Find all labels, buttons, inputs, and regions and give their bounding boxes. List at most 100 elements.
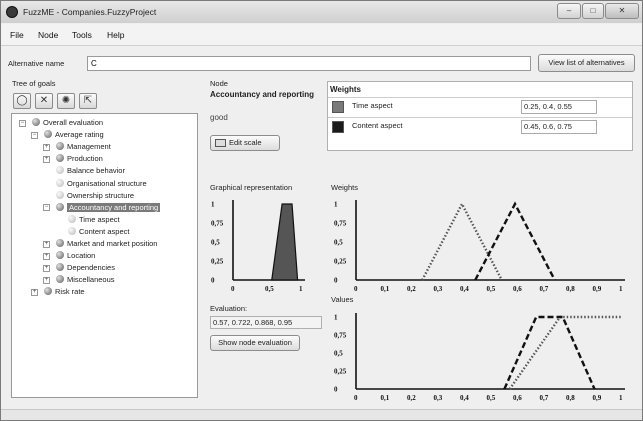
weight-row[interactable]: Content aspect 0.45, 0.6, 0.75 — [328, 117, 632, 136]
node-icon — [44, 130, 52, 139]
delete-node-icon: ✕ — [39, 95, 49, 106]
x-tick-label: 0 — [354, 394, 358, 402]
x-tick-label: 0,4 — [460, 285, 469, 293]
collapse-icon[interactable]: − — [19, 119, 26, 127]
menu-bar: File Node Tools Help — [1, 24, 642, 46]
node-evaluation-chart: 0 0,25 0,5 0,75 1 0 0,5 1 — [211, 200, 305, 293]
leaf-icon — [56, 166, 64, 175]
x-tick-label: 0,9 — [593, 285, 602, 293]
tree-node[interactable]: Ownership structure — [56, 190, 135, 201]
values-chart: 0 0,25 0,5 0,75 1 0 0,1 0,2 0,3 0,4 0,5 0,6 0,7 0,8 0,… — [334, 313, 625, 402]
tree-node[interactable]: Dependencies — [56, 263, 115, 273]
x-tick-label: 0 — [354, 285, 358, 293]
minimize-button[interactable]: – — [557, 3, 581, 19]
tree-node-label: Production — [67, 154, 103, 164]
series-line-0 — [508, 315, 621, 390]
weights-chart: 0 0,25 0,5 0,75 1 0 0,1 0,2 0,3 0,4 0,5 0,6 0,7 0,8 0,… — [334, 200, 625, 293]
expand-icon[interactable]: + — [43, 264, 50, 272]
scale-icon — [215, 139, 226, 147]
tree-node[interactable]: Market and market position — [56, 239, 157, 249]
tree-node[interactable]: Organisational structure — [56, 178, 147, 189]
series-line-1 — [503, 315, 596, 390]
menu-file[interactable]: File — [10, 30, 24, 40]
alternative-name-label: Alternative name — [8, 59, 65, 68]
collapse-icon[interactable]: − — [43, 204, 50, 212]
view-alternatives-button[interactable]: View list of alternatives — [538, 54, 635, 72]
x-tick-label: 1 — [619, 285, 623, 293]
y-tick-label: 0,25 — [334, 258, 347, 266]
collapse-icon[interactable]: − — [31, 131, 38, 139]
membership-area-0 — [271, 203, 299, 281]
weights-chart-label: Weights — [331, 183, 358, 192]
move-node-button[interactable]: ⇱ — [79, 93, 97, 109]
tree-node[interactable]: Management — [56, 142, 111, 152]
tree-node[interactable]: Balance behavior — [56, 166, 125, 176]
series-color-swatch — [332, 121, 344, 133]
menu-node[interactable]: Node — [38, 30, 58, 40]
weights-title: Weights — [330, 85, 361, 94]
move-node-icon: ⇱ — [83, 95, 93, 106]
tree-node[interactable]: Average rating — [44, 130, 104, 140]
y-tick-label: 0,75 — [334, 220, 347, 228]
weight-value-field[interactable]: 0.45, 0.6, 0.75 — [521, 120, 597, 134]
leaf-icon — [56, 190, 64, 199]
chart-icon — [32, 118, 40, 126]
leaf-icon — [56, 178, 64, 187]
node-icon — [56, 263, 64, 272]
node-icon — [56, 275, 64, 284]
tree-node-label: Balance behavior — [67, 166, 125, 176]
close-button[interactable]: ✕ — [605, 3, 639, 19]
y-tick-label: 1 — [334, 201, 338, 209]
node-icon — [56, 154, 64, 163]
expand-icon[interactable]: + — [31, 288, 38, 296]
expand-icon[interactable]: + — [43, 240, 50, 248]
maximize-button[interactable]: □ — [582, 3, 604, 19]
tree-node-label: Average rating — [55, 130, 104, 140]
expand-icon[interactable]: + — [43, 155, 50, 163]
tree-node-label: Market and market position — [67, 239, 158, 248]
goal-tree[interactable]: − Overall evaluation − Average rating + Manag… — [11, 113, 198, 398]
menu-help[interactable]: Help — [107, 30, 124, 40]
tree-node-label: Accountancy and reporting — [67, 202, 161, 212]
expand-icon[interactable]: + — [43, 252, 50, 260]
tree-node[interactable]: Risk rate — [44, 287, 85, 297]
tree-node[interactable]: Production — [56, 154, 103, 164]
expand-icon[interactable]: + — [43, 143, 50, 151]
maximize-icon: □ — [590, 6, 596, 15]
tree-node-label: Content aspect — [79, 226, 130, 236]
menu-tools[interactable]: Tools — [72, 30, 92, 40]
tree-node[interactable]: Overall evaluation — [32, 118, 103, 128]
add-node-button[interactable]: ◯ — [13, 93, 31, 109]
tree-node-label: Ownership structure — [67, 190, 135, 200]
weight-row[interactable]: Time aspect 0.25, 0.4, 0.55 — [328, 97, 632, 116]
tree-node[interactable]: Miscellaneous — [56, 275, 115, 285]
tree-of-goals-label: Tree of goals — [12, 79, 56, 88]
tree-node[interactable]: Accountancy and reporting — [56, 202, 161, 213]
app-logo-icon — [6, 6, 18, 18]
tree-node-label: Risk rate — [55, 287, 85, 297]
tree-node[interactable]: Content aspect — [68, 226, 130, 237]
alternative-name-input[interactable] — [87, 56, 531, 71]
tree-node[interactable]: Location — [56, 251, 95, 261]
y-tick-label: 0,75 — [334, 332, 347, 340]
status-bar — [1, 409, 642, 420]
delete-node-button[interactable]: ✕ — [35, 93, 53, 109]
expand-icon[interactable]: + — [43, 276, 50, 284]
tree-node-label: Dependencies — [67, 263, 115, 273]
edit-scale-button[interactable]: Edit scale — [210, 135, 280, 151]
node-icon — [56, 202, 64, 211]
values-chart-label: Values — [331, 295, 354, 304]
node-icon — [56, 239, 64, 247]
y-tick-label: 0,5 — [211, 239, 220, 247]
x-tick-label: 0,3 — [434, 394, 443, 402]
leaf-icon — [68, 226, 76, 235]
tree-node-label: Overall evaluation — [43, 118, 104, 127]
tree-node[interactable]: Time aspect — [68, 214, 120, 225]
weight-value-field[interactable]: 0.25, 0.4, 0.55 — [521, 100, 597, 114]
title-bar[interactable]: FuzzME - Companies.FuzzyProject – □ ✕ — [1, 1, 642, 23]
x-tick-label: 0,8 — [566, 285, 575, 293]
show-node-evaluation-button[interactable]: Show node evaluation — [210, 335, 300, 351]
x-tick-label: 0,6 — [513, 394, 522, 402]
y-tick-label: 1 — [211, 201, 215, 209]
node-properties-button[interactable]: ✺ — [57, 93, 75, 109]
